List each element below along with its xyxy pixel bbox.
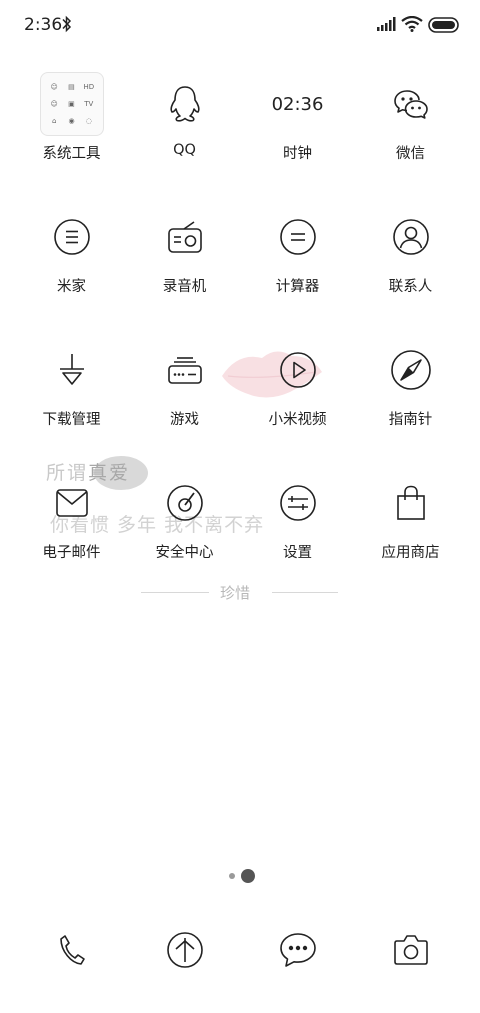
- gamepad-icon: [167, 357, 202, 384]
- mini-app-icon: ◌: [85, 117, 92, 126]
- signature-divider-right: [272, 592, 338, 593]
- camera-icon: [393, 935, 428, 965]
- app-label: 安全中心: [155, 545, 214, 561]
- app-label: QQ: [173, 142, 196, 158]
- app-clock[interactable]: 02:36 时钟: [241, 60, 354, 193]
- mini-app-icon: ☺: [50, 99, 58, 108]
- wifi-icon: [401, 16, 423, 32]
- dock-phone[interactable]: [15, 918, 128, 982]
- dock-browser[interactable]: [128, 918, 241, 982]
- app-app-store[interactable]: 应用商店: [354, 459, 467, 592]
- app-qq[interactable]: QQ: [128, 60, 241, 193]
- browser-icon: [166, 932, 203, 968]
- message-icon: [279, 933, 316, 967]
- cellular-signal-icon: [377, 17, 396, 31]
- calculator-icon: [279, 219, 316, 255]
- app-wechat[interactable]: 微信: [354, 60, 467, 193]
- app-downloads[interactable]: 下载管理: [15, 326, 128, 459]
- compass-icon: [390, 350, 431, 390]
- clock-icon-time: 02:36: [271, 93, 324, 115]
- mini-app-icon: ☺: [50, 82, 58, 91]
- app-label: 米家: [57, 279, 86, 295]
- app-row: ☺ ▤ HD ☺ ▣ TV ⌂ ◉ ◌ 系统工具 QQ 02:36 时钟 微信: [15, 60, 467, 193]
- contact-icon: [392, 219, 429, 255]
- shopping-bag-icon: [396, 485, 425, 520]
- clock-icon: 02:36: [266, 72, 330, 136]
- app-label: 微信: [396, 146, 425, 162]
- app-row: 米家 录音机 计算器 联系人: [15, 193, 467, 326]
- phone-icon: [59, 935, 85, 965]
- app-label: 设置: [283, 545, 312, 561]
- wechat-icon: [393, 90, 428, 119]
- qq-penguin-icon: [169, 86, 200, 122]
- mijia-icon: [53, 219, 90, 255]
- settings-sliders-icon: [279, 485, 316, 521]
- status-time: 2:36: [24, 15, 63, 35]
- mini-app-icon: ▣: [68, 99, 75, 108]
- bluetooth-icon: [62, 15, 72, 33]
- mini-app-icon: ▤: [68, 82, 75, 91]
- app-label: 时钟: [283, 146, 312, 162]
- app-row: 电子邮件 安全中心 设置 应用商店: [15, 459, 467, 592]
- radio-icon: [167, 221, 202, 253]
- app-mi-video[interactable]: 小米视频: [241, 326, 354, 459]
- app-system-tools[interactable]: ☺ ▤ HD ☺ ▣ TV ⌂ ◉ ◌ 系统工具: [15, 60, 128, 193]
- app-label: 小米视频: [268, 412, 327, 428]
- app-label: 指南针: [388, 412, 433, 428]
- dock: [15, 918, 467, 982]
- app-row: 下载管理 游戏 小米视频 指南针: [15, 326, 467, 459]
- page-dot-active[interactable]: [241, 869, 255, 883]
- app-grid: ☺ ▤ HD ☺ ▣ TV ⌂ ◉ ◌ 系统工具 QQ 02:36 时钟 微信 …: [15, 60, 467, 592]
- mini-app-icon: HD: [83, 82, 95, 91]
- battery-icon: [428, 17, 459, 33]
- app-games[interactable]: 游戏: [128, 326, 241, 459]
- app-label: 计算器: [275, 279, 320, 295]
- mini-app-icon: ⌂: [51, 117, 57, 126]
- dock-camera[interactable]: [354, 918, 467, 982]
- app-compass[interactable]: 指南针: [354, 326, 467, 459]
- security-icon: [166, 485, 203, 521]
- download-icon: [59, 354, 84, 385]
- app-settings[interactable]: 设置: [241, 459, 354, 592]
- play-icon: [279, 352, 316, 388]
- app-label: 系统工具: [42, 146, 101, 162]
- app-email[interactable]: 电子邮件: [15, 459, 128, 592]
- app-calculator[interactable]: 计算器: [241, 193, 354, 326]
- dock-messages[interactable]: [241, 918, 354, 982]
- folder-preview: ☺ ▤ HD ☺ ▣ TV ⌂ ◉ ◌: [39, 72, 104, 136]
- status-bar: 2:36: [0, 0, 480, 52]
- mail-icon: [55, 489, 88, 517]
- page-indicator[interactable]: [0, 868, 480, 884]
- app-security-center[interactable]: 安全中心: [128, 459, 241, 592]
- app-label: 下载管理: [42, 412, 101, 428]
- app-label: 联系人: [388, 279, 433, 295]
- signature-divider-left: [141, 592, 209, 593]
- app-label: 电子邮件: [42, 545, 101, 561]
- folder-icon: ☺ ▤ HD ☺ ▣ TV ⌂ ◉ ◌: [39, 72, 104, 136]
- app-recorder[interactable]: 录音机: [128, 193, 241, 326]
- mini-app-icon: ◉: [68, 117, 75, 126]
- app-label: 应用商店: [381, 545, 440, 561]
- app-label: 录音机: [162, 279, 207, 295]
- app-label: 游戏: [170, 412, 199, 428]
- page-dot[interactable]: [229, 873, 235, 879]
- mini-app-icon: TV: [84, 99, 94, 108]
- app-contacts[interactable]: 联系人: [354, 193, 467, 326]
- app-mijia[interactable]: 米家: [15, 193, 128, 326]
